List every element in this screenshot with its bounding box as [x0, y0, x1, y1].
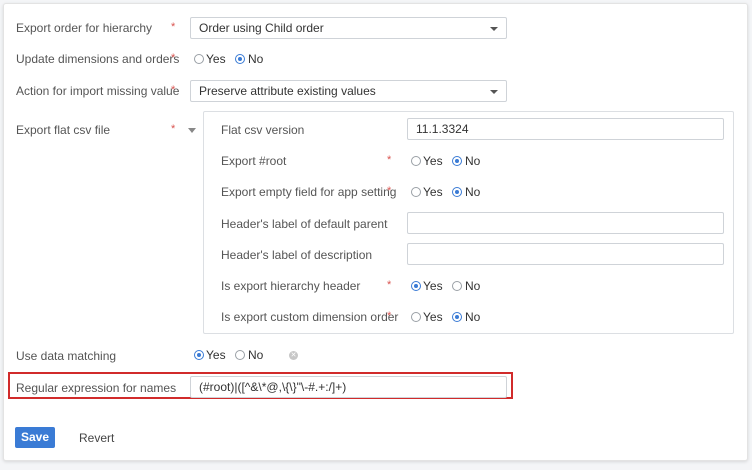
- required-marker: *: [171, 52, 176, 64]
- required-marker: *: [171, 123, 176, 135]
- header-description-label: Header's label of description: [221, 248, 373, 262]
- header-default-parent-input[interactable]: [407, 212, 724, 234]
- export-custom-dimension-order-label: Is export custom dimension order: [221, 310, 399, 324]
- use-data-matching-label: Use data matching: [16, 349, 117, 363]
- export-empty-field-label: Export empty field for app setting: [221, 185, 397, 199]
- use-data-matching-yes-label: Yes: [206, 348, 226, 362]
- update-dimensions-yes-label: Yes: [206, 52, 226, 66]
- export-custom-dimension-order-yes-label: Yes: [423, 310, 443, 324]
- export-hierarchy-header-label: Is export hierarchy header: [221, 279, 361, 293]
- export-custom-dimension-order-no-label: No: [465, 310, 481, 324]
- header-default-parent-label: Header's label of default parent: [221, 217, 388, 231]
- regex-names-label: Regular expression for names: [16, 381, 177, 395]
- export-root-no-label: No: [465, 154, 481, 168]
- flat-csv-version-input[interactable]: 11.1.3324: [407, 118, 724, 140]
- chevron-down-icon: [490, 27, 498, 31]
- update-dimensions-no-radio[interactable]: [235, 54, 245, 64]
- action-import-missing-select[interactable]: Preserve attribute existing values: [190, 80, 507, 102]
- required-marker: *: [387, 310, 392, 322]
- regex-names-input[interactable]: (#root)|([^&\*@,\{\}"\-#.+:/]+): [190, 376, 507, 398]
- export-order-label: Export order for hierarchy: [16, 21, 153, 35]
- update-dimensions-no-label: No: [248, 52, 264, 66]
- required-marker: *: [387, 154, 392, 166]
- export-flat-csv-label: Export flat csv file: [16, 123, 111, 137]
- export-empty-field-yes-radio[interactable]: [411, 187, 421, 197]
- header-description-input[interactable]: [407, 243, 724, 265]
- clear-icon[interactable]: ✕: [289, 351, 298, 360]
- use-data-matching-no-label: No: [248, 348, 264, 362]
- export-root-label: Export #root: [221, 154, 287, 168]
- export-empty-field-no-label: No: [465, 185, 481, 199]
- export-order-value: Order using Child order: [199, 21, 324, 35]
- export-hierarchy-header-no-radio[interactable]: [452, 281, 462, 291]
- save-button[interactable]: Save: [15, 427, 55, 448]
- export-root-yes-radio[interactable]: [411, 156, 421, 166]
- chevron-down-icon: [490, 90, 498, 94]
- action-import-missing-label: Action for import missing value: [16, 84, 180, 98]
- export-empty-field-no-radio[interactable]: [452, 187, 462, 197]
- collapse-toggle-icon[interactable]: [188, 128, 196, 133]
- export-custom-dimension-order-yes-radio[interactable]: [411, 312, 421, 322]
- use-data-matching-no-radio[interactable]: [235, 350, 245, 360]
- flat-csv-version-label: Flat csv version: [221, 123, 305, 137]
- update-dimensions-yes-radio[interactable]: [194, 54, 204, 64]
- required-marker: *: [171, 21, 176, 33]
- required-marker: *: [171, 84, 176, 96]
- export-order-select[interactable]: Order using Child order: [190, 17, 507, 39]
- export-root-no-radio[interactable]: [452, 156, 462, 166]
- action-import-missing-value: Preserve attribute existing values: [199, 84, 376, 98]
- update-dimensions-label: Update dimensions and orders: [16, 52, 180, 66]
- export-hierarchy-header-yes-radio[interactable]: [411, 281, 421, 291]
- export-hierarchy-header-no-label: No: [465, 279, 481, 293]
- use-data-matching-yes-radio[interactable]: [194, 350, 204, 360]
- export-hierarchy-header-yes-label: Yes: [423, 279, 443, 293]
- export-root-yes-label: Yes: [423, 154, 443, 168]
- revert-button[interactable]: Revert: [79, 431, 114, 445]
- required-marker: *: [387, 185, 392, 197]
- export-custom-dimension-order-no-radio[interactable]: [452, 312, 462, 322]
- required-marker: *: [387, 279, 392, 291]
- export-empty-field-yes-label: Yes: [423, 185, 443, 199]
